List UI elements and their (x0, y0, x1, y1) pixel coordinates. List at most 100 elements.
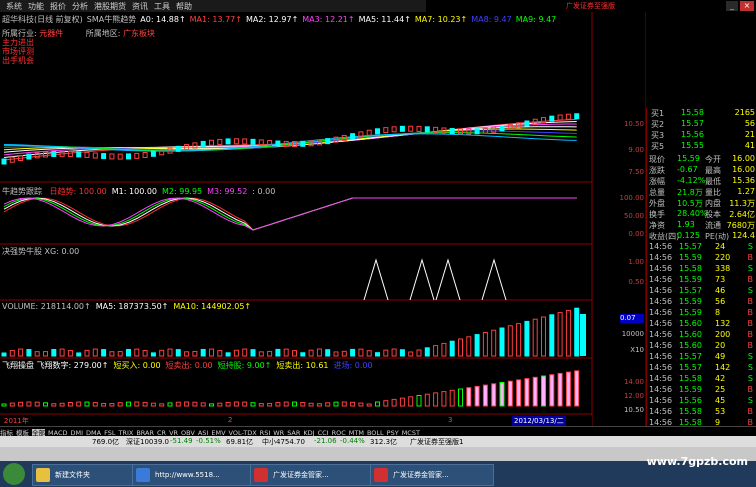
volume-bar (458, 338, 463, 357)
volume-bar-last (580, 314, 586, 356)
vol-y-tick: X10 (630, 346, 644, 354)
volume-bar (391, 348, 397, 357)
menu-bar: 系统 功能 报价 分析 港股期货 资讯 工具 帮助 (0, 0, 426, 12)
menu-item-info[interactable]: 资讯 (132, 1, 148, 12)
volume-bar (416, 349, 422, 357)
menu-item-tools[interactable]: 工具 (154, 1, 170, 12)
bid-row: 买1 15.58 2165 (651, 108, 755, 118)
indicator4-bar (250, 402, 256, 407)
indicator4-bar (433, 392, 439, 407)
tick-row: 14:56 15.58 53 B (649, 407, 753, 416)
indicator4-bar (59, 402, 65, 407)
candle (233, 138, 239, 145)
taskbar: 新建文件夹 http://www.5518... 广发证券金管家... 广发证券… (0, 461, 756, 487)
candle (574, 113, 580, 120)
candle (366, 129, 372, 136)
close-button[interactable]: × (740, 1, 754, 11)
volume-bar (267, 350, 273, 357)
taskbar-item-app2[interactable]: 广发证券金管家... (370, 464, 494, 486)
candle (565, 113, 571, 120)
indicator4-bar (424, 393, 430, 407)
candle (408, 125, 414, 132)
indicator4-bar (175, 401, 181, 407)
menu-item-help[interactable]: 帮助 (176, 1, 192, 12)
indicator4-bar (458, 388, 463, 407)
indicator1-item: 日趋势: 100.00 (49, 187, 107, 196)
stat-row: 涨幅 -4.12% 最低 15.36 (649, 176, 755, 186)
ma-line (3, 133, 577, 152)
indicator4-bar (200, 402, 206, 407)
x-label: 2 (228, 416, 233, 424)
volume-bar (250, 349, 256, 357)
volume-bar (258, 351, 264, 357)
status-row-2 (0, 447, 756, 461)
stat-row: 现价 15.59 今开 16.00 (649, 154, 755, 164)
volume-bar (34, 351, 40, 357)
status-index-sz: 深证10039.0 (126, 438, 169, 446)
indicator4-bar (341, 401, 347, 407)
x-axis: 2011年 2 3 2012/03/13/二 (0, 416, 592, 426)
taskbar-item-folder[interactable]: 新建文件夹 (32, 464, 148, 486)
candle (300, 140, 306, 147)
volume-bar (366, 350, 372, 357)
indicator4-bar (192, 401, 198, 407)
candle (225, 138, 231, 145)
indicator2-title: 决强势牛股 XG: 0.00 (2, 247, 80, 256)
tick-row: 14:56 15.57 46 S (649, 286, 753, 295)
menu-item-hk-futures[interactable]: 港股期货 (94, 1, 126, 12)
candle (76, 151, 82, 158)
candle (92, 152, 98, 159)
minimize-button[interactable]: _ (726, 1, 738, 11)
bid-row: 买3 15.56 21 (651, 130, 755, 140)
indicator4-bar (150, 402, 156, 407)
menu-item-system[interactable]: 系统 (6, 1, 22, 12)
menu-item-analysis[interactable]: 分析 (72, 1, 88, 12)
indicator4-bar (209, 403, 214, 407)
candle (142, 152, 148, 159)
candle (1, 158, 7, 165)
volume-bar (242, 348, 248, 357)
indicator4-bar (267, 402, 273, 407)
tick-row: 14:56 15.58 42 S (649, 374, 753, 383)
candle (117, 153, 123, 160)
stat-row: 外盘 10.5万 内盘 11.3万 (649, 199, 755, 208)
volume-bar (167, 348, 173, 357)
indicator4-bar (242, 401, 248, 407)
taskbar-item-browser[interactable]: http://www.5518... (132, 464, 266, 486)
indicator4-title: 飞翔操盘 飞翔数字: 279.00↑ 短买入: 0.00 短卖出: 0.00 短持股:… (2, 360, 378, 371)
folder-icon (36, 468, 50, 482)
volume-bar (441, 342, 447, 357)
volume-bar (1, 352, 7, 357)
candle (150, 150, 156, 157)
candle (200, 140, 206, 147)
indicator4-bar (109, 403, 115, 407)
indicator4-bar (26, 401, 32, 407)
start-button[interactable] (3, 463, 25, 485)
indicator4-bar (43, 402, 48, 407)
volume-bar (507, 325, 513, 357)
ind4-y-tick: 12.00 (623, 392, 644, 400)
candle (416, 125, 422, 132)
volume-bar (142, 350, 148, 357)
menu-item-quote[interactable]: 报价 (50, 1, 66, 12)
taskbar-item-app1[interactable]: 广发证券金管家... (250, 464, 386, 486)
candle (175, 145, 181, 152)
indicator4-bar (549, 374, 555, 407)
bid-row: 买5 15.55 41 (651, 141, 755, 151)
x-label-cursor: 2012/03/13/二 (512, 416, 566, 426)
ma-line (3, 118, 577, 161)
volume-bar (574, 307, 580, 357)
main-candles (1, 113, 580, 165)
indicator1-line (3, 197, 577, 231)
indicator4-bar (325, 402, 331, 407)
volume-bar (84, 349, 90, 357)
indicator4-bar (225, 401, 231, 407)
menu-item-function[interactable]: 功能 (28, 1, 44, 12)
indicator4-bar (283, 401, 289, 407)
volume-bar (383, 349, 389, 357)
indicator4-bar (499, 382, 505, 407)
status-chg-sme: -21.06 (314, 437, 337, 445)
indicator4-bar (541, 375, 546, 407)
tick-row: 14:56 15.60 132 B (649, 319, 753, 328)
volume-bar (51, 349, 57, 357)
